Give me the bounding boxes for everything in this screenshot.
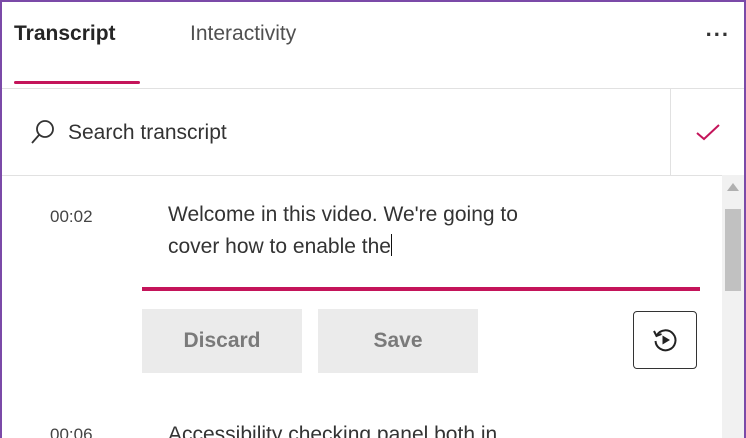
entry-timestamp[interactable]: 00:06 (50, 425, 93, 438)
discard-button[interactable]: Discard (142, 309, 302, 373)
edit-focus-underline (142, 287, 700, 291)
active-tab-indicator (14, 81, 140, 84)
transcript-panel: Transcript Interactivity ... 00:02 Welco… (0, 0, 746, 438)
text-caret (390, 234, 392, 256)
entry-text-line: cover how to enable the (168, 234, 392, 258)
entry-text[interactable]: Accessibility checking panel both in (168, 419, 698, 438)
restore-button[interactable] (633, 311, 697, 369)
entry-text-editor[interactable]: Welcome in this video. We're going to co… (168, 199, 698, 263)
transcript-list: 00:02 Welcome in this video. We're going… (2, 175, 722, 438)
restore-icon (653, 329, 677, 352)
search-input[interactable] (66, 107, 660, 159)
search-icon (31, 120, 54, 144)
vertical-scrollbar[interactable] (722, 175, 744, 438)
checkmark-icon (695, 124, 720, 141)
entry-text-line: Welcome in this video. We're going to (168, 203, 518, 226)
confirm-button[interactable] (671, 89, 744, 175)
search-bar (2, 88, 744, 176)
tab-bar: Transcript Interactivity ... (2, 2, 744, 84)
tab-interactivity[interactable]: Interactivity (190, 22, 296, 46)
scroll-up-arrow-icon[interactable] (727, 183, 739, 191)
tab-transcript[interactable]: Transcript (14, 22, 116, 46)
entry-timestamp[interactable]: 00:02 (50, 207, 93, 227)
save-button[interactable]: Save (318, 309, 478, 373)
scroll-thumb[interactable] (725, 209, 741, 291)
more-options-button[interactable]: ... (706, 16, 730, 42)
